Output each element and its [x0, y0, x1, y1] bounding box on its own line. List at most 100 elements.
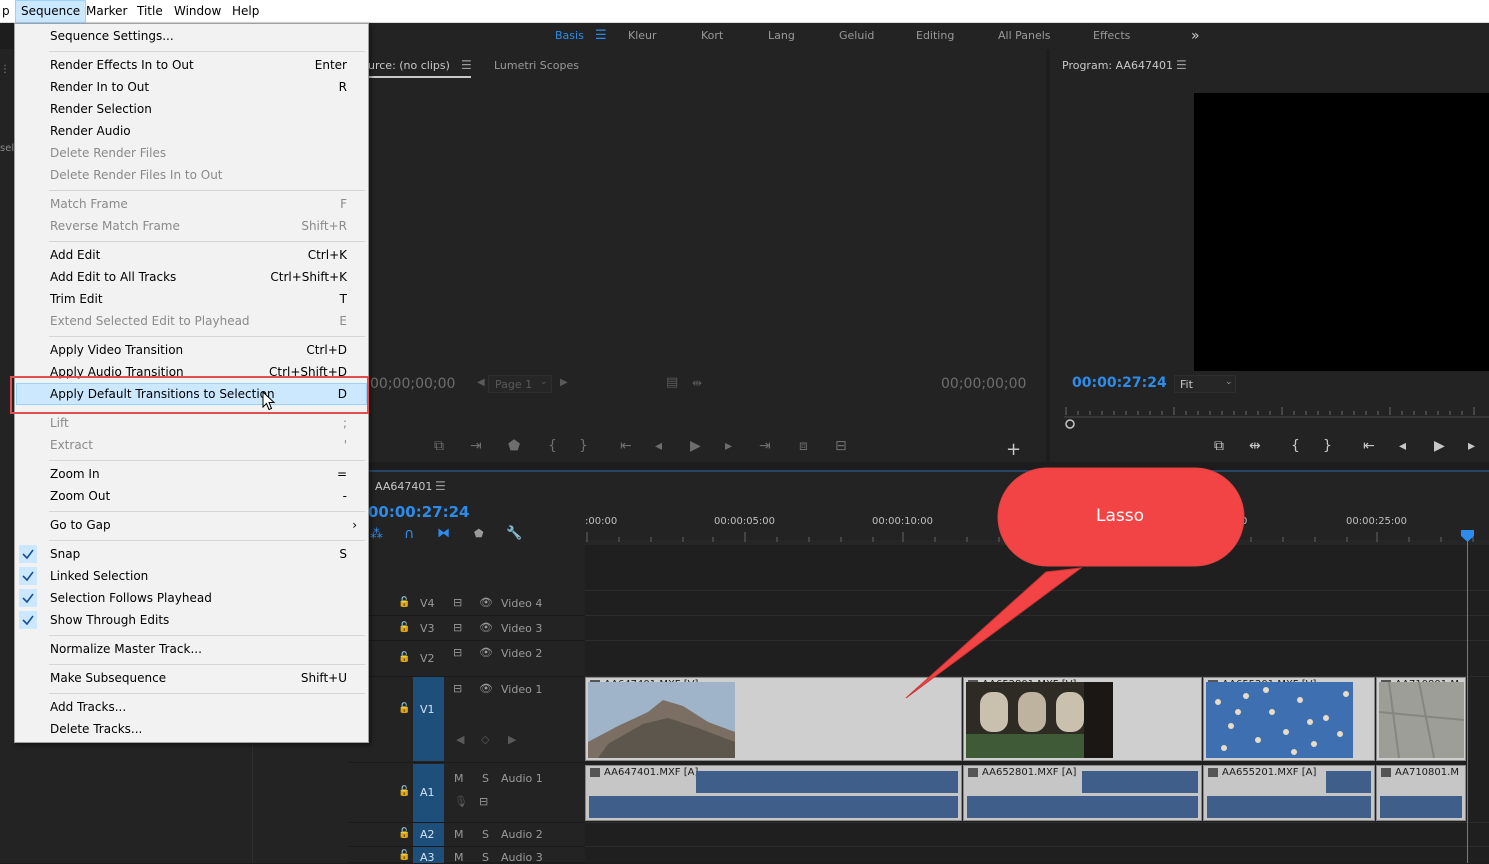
menu-item-render-effects[interactable]: Render Effects In to Out Enter	[16, 54, 367, 76]
workspace-tab-basis[interactable]: Basis	[555, 23, 584, 49]
panel-grip-icon[interactable]: ⋮	[0, 64, 10, 75]
menu-item-sequence-settings[interactable]: Sequence Settings...	[16, 25, 367, 47]
fit-select[interactable]: Fit ⌄	[1174, 375, 1236, 393]
track-header-a2[interactable]: 🔓 A2 M S Audio 2	[348, 823, 585, 847]
menu-item-add-edit-all-tracks[interactable]: Add Edit to All Tracks Ctrl+Shift+K	[16, 266, 367, 288]
source-panel-menu-icon[interactable]: ☰	[461, 58, 472, 72]
audio-clip-3[interactable]: AA655201.MXF [A]	[1203, 765, 1375, 821]
workspace-tab-effects[interactable]: Effects	[1093, 23, 1130, 49]
snap-icon[interactable]: ∩	[404, 526, 414, 542]
keyframe-next-icon[interactable]: ▶	[508, 733, 516, 746]
track-header-a1[interactable]: 🔓 A1 M S Audio 1 🎙 ⊟	[348, 764, 585, 823]
sync-lock-icon[interactable]: ⊟	[453, 621, 462, 634]
playhead-line[interactable]	[1467, 540, 1468, 863]
nest-icon[interactable]: ⁂	[370, 527, 383, 542]
page-next-icon[interactable]: ▶	[560, 377, 568, 388]
menu-item-p[interactable]: p	[0, 0, 12, 23]
menu-item-zoom-in[interactable]: Zoom In =	[16, 463, 367, 485]
menu-item-add-edit[interactable]: Add Edit Ctrl+K	[16, 244, 367, 266]
audio-clip-2[interactable]: AA652801.MXF [A]	[963, 765, 1202, 821]
play-icon[interactable]: ▶	[690, 438, 701, 454]
go-to-in-icon[interactable]: ⇤	[1363, 438, 1375, 454]
menu-item-go-to-gap[interactable]: Go to Gap ›	[16, 514, 367, 536]
sync-lock-icon[interactable]: ⊟	[453, 646, 462, 659]
track-header-v3[interactable]: 🔓 V3 ⊟ 👁 Video 3	[348, 616, 585, 641]
sequence-tab[interactable]: AA647401	[375, 480, 432, 493]
solo-button[interactable]: S	[482, 851, 489, 864]
microphone-icon[interactable]: 🎙	[454, 795, 468, 808]
linked-selection-icon[interactable]: ⧓	[437, 526, 450, 541]
mute-button[interactable]: M	[454, 851, 464, 864]
menu-item-linked-selection[interactable]: Linked Selection	[16, 565, 367, 587]
menu-item-show-through-edits[interactable]: Show Through Edits	[16, 609, 367, 631]
settings-icon[interactable]: ⇹	[692, 376, 702, 390]
keyframe-prev-icon[interactable]: ◀	[456, 733, 464, 746]
video-clip-4[interactable]: AA710801.M	[1376, 677, 1466, 761]
mute-button[interactable]: M	[454, 772, 464, 785]
step-forward-icon[interactable]: ▸	[725, 438, 732, 454]
menu-item-make-subsequence[interactable]: Make Subsequence Shift+U	[16, 667, 367, 689]
workspace-tab-kleur[interactable]: Kleur	[628, 23, 657, 49]
audio-clip-4[interactable]: AA710801.M	[1376, 765, 1466, 821]
mark-in-icon[interactable]: {	[1291, 438, 1300, 454]
mark-in-icon[interactable]: {	[548, 438, 557, 454]
workspace-overflow-icon[interactable]: »	[1191, 23, 1200, 49]
go-to-in-icon[interactable]: ⇤	[620, 438, 632, 454]
menu-item-render-audio[interactable]: Render Audio	[16, 120, 367, 142]
sync-lock-icon[interactable]: ⊟	[453, 596, 462, 609]
overwrite-icon[interactable]: ⧈	[799, 438, 808, 454]
add-marker-icon[interactable]: ⬟	[508, 438, 520, 454]
safe-margins-icon[interactable]: ▤	[666, 375, 678, 390]
source-monitor-tab[interactable]: urce: (no clips)	[368, 59, 450, 72]
workspace-menu-icon[interactable]: ☰	[595, 23, 607, 49]
lock-icon[interactable]: 🔓	[398, 786, 410, 797]
insert-icon[interactable]: ⧉	[1214, 438, 1224, 454]
eye-icon[interactable]: 👁	[479, 621, 493, 634]
source-timecode-in[interactable]: 00;00;00;00	[370, 376, 455, 392]
menu-item-trim-edit[interactable]: Trim Edit T	[16, 288, 367, 310]
mark-out-icon[interactable]: }	[579, 438, 588, 454]
mute-button[interactable]: M	[454, 828, 464, 841]
step-back-icon[interactable]: ◂	[655, 438, 662, 454]
keyframe-add-icon[interactable]: ◇	[481, 733, 489, 746]
audio-clip-1[interactable]: AA647401.MXF [A]	[585, 765, 962, 821]
step-forward-icon[interactable]: ▸	[1468, 438, 1475, 454]
lock-icon[interactable]: 🔓	[398, 828, 410, 839]
lock-icon[interactable]: 🔓	[398, 652, 410, 663]
track-header-v1[interactable]: 🔓 V1 ⊟ 👁 Video 1 ◀ ◇ ▶	[348, 677, 585, 763]
sync-lock-icon[interactable]: ⊟	[453, 682, 462, 695]
wrench-icon[interactable]: 🔧	[506, 526, 522, 541]
menu-item-window[interactable]: Window	[169, 0, 226, 23]
menu-item-add-tracks[interactable]: Add Tracks...	[16, 696, 367, 718]
eye-icon[interactable]: 👁	[479, 682, 493, 695]
track-header-v2[interactable]: 🔓 V2 ⊟ 👁 Video 2	[348, 641, 585, 677]
go-to-out-icon[interactable]: ⇥	[759, 438, 771, 454]
mark-in-out-icon[interactable]: ⇹	[1249, 438, 1261, 454]
menu-item-apply-video-transition[interactable]: Apply Video Transition Ctrl+D	[16, 339, 367, 361]
lock-icon[interactable]: 🔓	[398, 850, 410, 861]
menu-item-zoom-out[interactable]: Zoom Out -	[16, 485, 367, 507]
lock-icon[interactable]: 🔓	[398, 703, 410, 714]
mark-in-out-icon[interactable]: ⇥	[470, 438, 482, 454]
mark-out-icon[interactable]: }	[1323, 438, 1332, 454]
timeline-panel-menu-icon[interactable]: ☰	[435, 479, 446, 493]
lock-icon[interactable]: 🔓	[398, 622, 410, 633]
menu-item-render-in-out[interactable]: Render In to Out R	[16, 76, 367, 98]
workspace-tab-geluid[interactable]: Geluid	[839, 23, 874, 49]
page-prev-icon[interactable]: ◀	[477, 377, 485, 388]
menu-item-render-selection[interactable]: Render Selection	[16, 98, 367, 120]
timeline-timecode[interactable]: 00:00:27:24	[368, 503, 470, 521]
menu-item-sequence[interactable]: Sequence	[15, 0, 87, 23]
track-header-a3[interactable]: 🔓 A3 M S Audio 3	[348, 847, 585, 864]
workspace-tab-editing[interactable]: Editing	[916, 23, 954, 49]
menu-item-selection-follows-playhead[interactable]: Selection Follows Playhead	[16, 587, 367, 609]
menu-item-delete-tracks[interactable]: Delete Tracks...	[16, 718, 367, 740]
menu-item-title[interactable]: Title	[132, 0, 168, 23]
voiceover-record-icon[interactable]: ⊟	[479, 795, 488, 808]
menu-item-snap[interactable]: Snap S	[16, 543, 367, 565]
program-timecode[interactable]: 00:00:27:24	[1072, 375, 1167, 391]
step-back-icon[interactable]: ◂	[1399, 438, 1406, 454]
program-panel-menu-icon[interactable]: ☰	[1176, 58, 1187, 72]
program-time-ruler[interactable]	[1064, 403, 1489, 429]
insert-icon[interactable]: ⧉	[434, 438, 444, 454]
